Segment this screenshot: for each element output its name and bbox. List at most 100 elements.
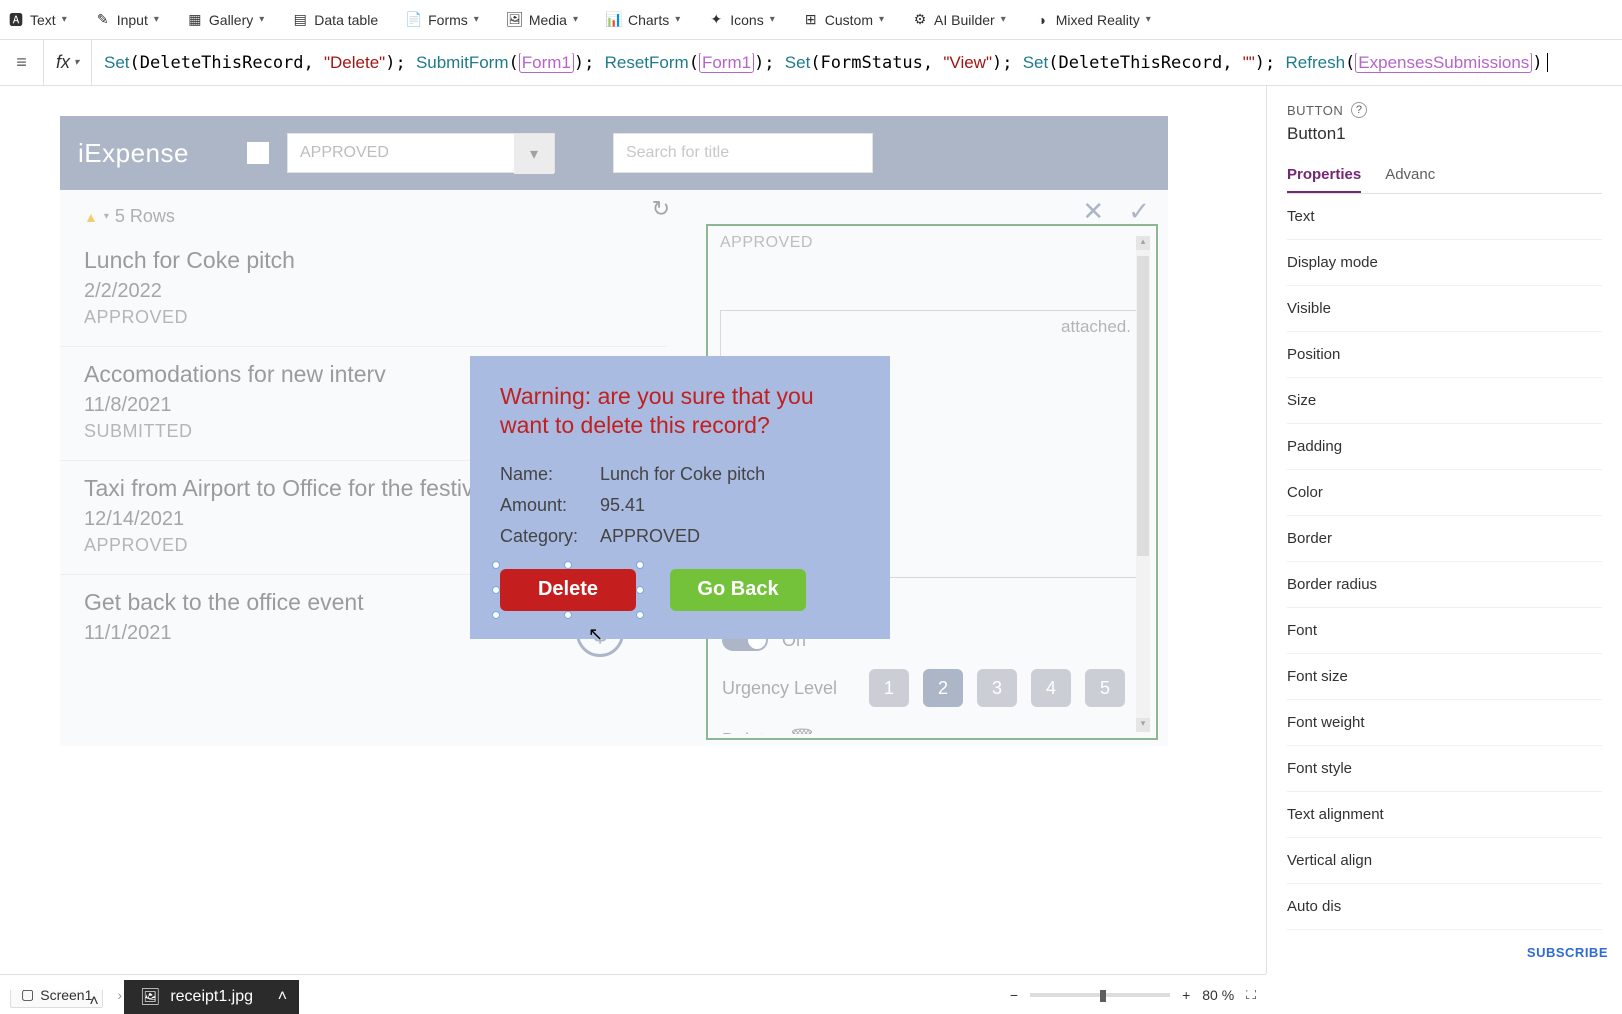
prop-displaymode[interactable]: Display mode [1287,240,1602,286]
property-tabs: Properties Advanc [1287,158,1602,194]
urgency-level-5[interactable]: 5 [1085,669,1125,707]
chevron-down-icon: ▾ [74,57,79,68]
trash-icon[interactable]: 🗑 [788,727,816,734]
prop-padding[interactable]: Padding [1287,424,1602,470]
form-scrollbar[interactable]: ▴ ▾ [1136,236,1150,732]
search-input[interactable]: Search for title [613,133,873,173]
table-icon: ▤ [292,12,308,28]
ribbon-media[interactable]: 🖼Media▾ [507,12,578,28]
delete-confirm-modal: Warning: are you sure that you want to d… [470,356,890,639]
urgency-level-3[interactable]: 3 [977,669,1017,707]
detail-status: APPROVED [712,230,1152,256]
ribbon-mixedreality[interactable]: ◑Mixed Reality▾ [1034,12,1151,28]
ribbon-icons[interactable]: ✦Icons▾ [708,12,775,28]
tab-properties[interactable]: Properties [1287,158,1361,193]
rows-count: ▲ ▾ 5 Rows [60,200,680,233]
prop-borderradius[interactable]: Border radius [1287,562,1602,608]
ribbon-forms[interactable]: 📄Forms▾ [406,12,479,28]
text-icon: 🅰 [8,12,24,28]
charts-icon: 📊 [606,12,622,28]
modal-category-value: APPROVED [600,526,700,547]
custom-icon: ⊞ [803,12,819,28]
ribbon-custom[interactable]: ⊞Custom▾ [803,12,884,28]
delete-label: Delete [722,730,774,735]
chevron-down-icon: ▾ [675,14,680,25]
ribbon-input[interactable]: ✎Input▾ [95,12,159,28]
prop-fontstyle[interactable]: Font style [1287,746,1602,792]
ribbon-gallery[interactable]: ▦Gallery▾ [187,12,264,28]
control-name[interactable]: Button1 [1287,124,1602,144]
chevron-down-icon: ▾ [879,14,884,25]
prop-font[interactable]: Font [1287,608,1602,654]
chevron-up-icon[interactable]: ˄ [278,988,287,1006]
prop-fontweight[interactable]: Font weight [1287,700,1602,746]
scrollbar-thumb[interactable] [1137,256,1149,556]
scroll-up-icon[interactable]: ▴ [1136,236,1150,250]
prop-size[interactable]: Size [1287,378,1602,424]
forms-icon: 📄 [406,12,422,28]
item-status: APPROVED [84,307,656,328]
ribbon-text[interactable]: 🅰Text▾ [8,12,67,28]
chevron-down-icon: ▾ [1146,14,1151,25]
hamburger-icon[interactable]: ≡ [0,40,44,85]
gallery-icon: ▦ [187,12,203,28]
chevron-up-icon[interactable]: ˄ [84,990,104,1014]
filter-checkbox[interactable] [247,142,269,164]
download-chip[interactable]: 🖼 receipt1.jpg ˄ [124,980,299,1014]
media-icon: 🖼 [507,12,523,28]
attachment-text: attached. [1061,317,1131,337]
subscribe-watermark: SUBSCRIBE [1527,945,1608,960]
prop-verticalalign[interactable]: Vertical align [1287,838,1602,884]
chevron-down-icon: ▾ [474,14,479,25]
status-dropdown[interactable]: APPROVED ▾ [287,133,555,173]
ai-icon: ⚙ [912,12,928,28]
prop-text[interactable]: Text [1287,194,1602,240]
modal-name-label: Name: [500,464,580,485]
chevron-down-icon: ▾ [154,14,159,25]
prop-visible[interactable]: Visible [1287,286,1602,332]
go-back-button[interactable]: Go Back [670,569,806,611]
prop-border[interactable]: Border [1287,516,1602,562]
ribbon-datatable[interactable]: ▤Data table [292,12,378,28]
modal-amount-value: 95.41 [600,495,645,516]
ribbon-aibuilder[interactable]: ⚙AI Builder▾ [912,12,1006,28]
formula-bar: ≡ fx▾ Set(DeleteThisRecord, "Delete"); S… [0,40,1622,86]
fx-label[interactable]: fx▾ [44,40,92,85]
canvas-workspace: iExpense APPROVED ▾ Search for title ▲ ▾… [0,86,1266,974]
prop-position[interactable]: Position [1287,332,1602,378]
cursor-icon: ↖ [588,624,603,645]
accept-icon[interactable]: ✓ [1128,196,1150,227]
close-icon[interactable]: ✕ [1082,196,1104,227]
urgency-label: Urgency Level [722,678,837,699]
info-icon[interactable]: ? [1351,102,1367,118]
app-header: iExpense APPROVED ▾ Search for title [60,116,1168,190]
input-icon: ✎ [95,12,111,28]
prop-textalign[interactable]: Text alignment [1287,792,1602,838]
urgency-level-2[interactable]: 2 [923,669,963,707]
scroll-down-icon[interactable]: ▾ [1136,718,1150,732]
item-date: 2/2/2022 [84,280,656,303]
formula-input[interactable]: Set(DeleteThisRecord, "Delete"); SubmitF… [92,53,1622,73]
tab-advanced[interactable]: Advanc [1385,158,1435,193]
modal-name-value: Lunch for Coke pitch [600,464,765,485]
prop-color[interactable]: Color [1287,470,1602,516]
modal-title: Warning: are you sure that you want to d… [500,382,860,440]
modal-category-label: Category: [500,526,580,547]
ribbon-charts[interactable]: 📊Charts▾ [606,12,680,28]
icons-icon: ✦ [708,12,724,28]
chevron-down-icon: ▾ [573,14,578,25]
warning-icon: ▲ [84,209,98,225]
dropdown-value: APPROVED [300,144,389,162]
urgency-level-1[interactable]: 1 [869,669,909,707]
app-title: iExpense [78,138,189,169]
prop-fontsize[interactable]: Font size [1287,654,1602,700]
list-item[interactable]: Lunch for Coke pitch 2/2/2022 APPROVED [60,233,680,347]
chevron-down-icon: ▾ [514,134,554,174]
urgency-level-4[interactable]: 4 [1031,669,1071,707]
refresh-icon[interactable]: ↻ [652,196,670,222]
chevron-down-icon: ▾ [770,14,775,25]
image-icon: 🖼 [140,987,160,1007]
insert-ribbon: 🅰Text▾ ✎Input▾ ▦Gallery▾ ▤Data table 📄Fo… [0,0,1622,40]
prop-autodisable[interactable]: Auto dis [1287,884,1602,930]
delete-button[interactable]: Delete [500,569,636,611]
